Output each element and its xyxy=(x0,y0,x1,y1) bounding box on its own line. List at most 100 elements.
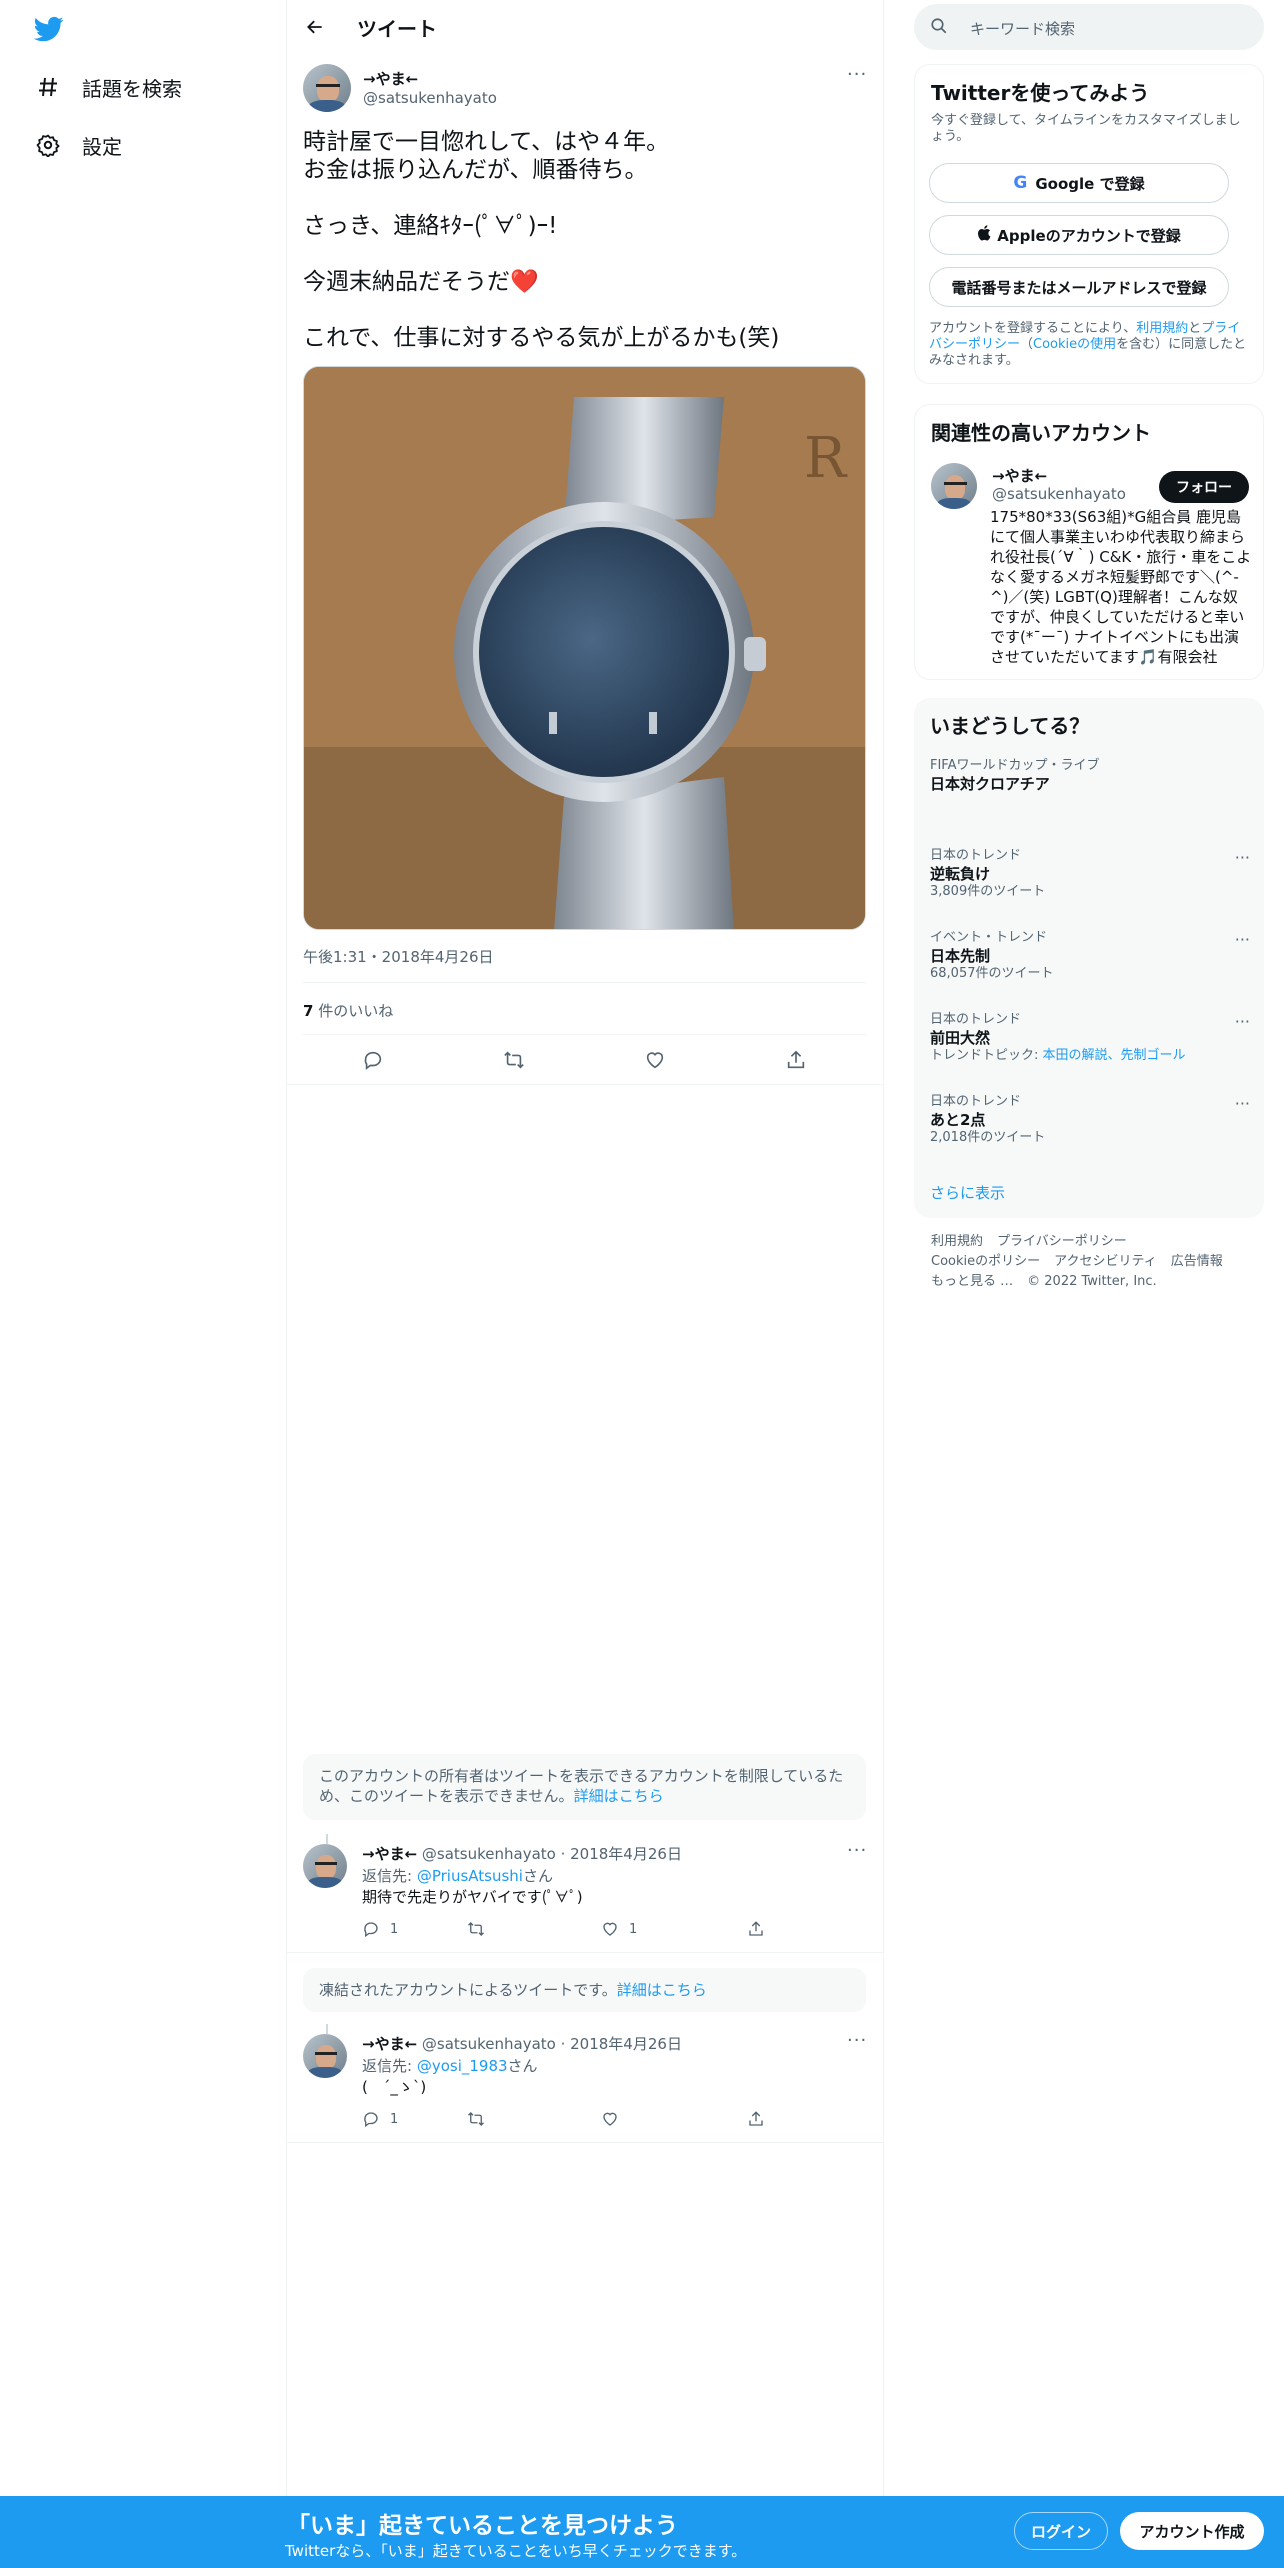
reply-to-mention[interactable]: @PriusAtsushi xyxy=(417,1867,523,1885)
reply-to-mention[interactable]: @yosi_1983 xyxy=(417,2057,508,2075)
trend-topic-link[interactable]: 本田の解説、先制ゴール xyxy=(1043,1048,1186,1063)
learn-more-link[interactable]: 詳細はこちら xyxy=(574,1787,664,1805)
show-more-link[interactable]: さらに表示 xyxy=(930,1182,1250,1203)
author-handle[interactable]: @satsukenhayato xyxy=(363,89,497,107)
trend-item[interactable]: 日本のトレンド あと2点 2,018件のツイート ··· xyxy=(930,1094,1250,1146)
like-heart-icon[interactable] xyxy=(641,1046,669,1074)
retweet-icon[interactable] xyxy=(467,2110,601,2128)
avatar[interactable] xyxy=(303,1844,347,1888)
more-options-icon[interactable]: ··· xyxy=(1235,930,1250,949)
bottom-signup-bar: 「いま」起きていることを見つけよう Twitterなら、「いま」起きていることを… xyxy=(0,2496,1284,2568)
retweet-icon[interactable] xyxy=(500,1046,528,1074)
signup-card: Twitterを使ってみよう 今すぐ登録して、タイムラインをカスタマイズしましょ… xyxy=(914,64,1264,384)
page-title: ツイート xyxy=(357,17,437,41)
trend-item[interactable]: 日本のトレンド 前田大然 トレンドトピック: 本田の解説、先制ゴール ··· xyxy=(930,1012,1250,1064)
tweet-header: ツイート xyxy=(287,0,883,54)
more-options-icon[interactable]: ··· xyxy=(1235,1094,1250,1113)
more-options-icon[interactable]: ··· xyxy=(847,2030,867,2051)
create-account-button[interactable]: アカウント作成 xyxy=(1120,2512,1264,2550)
share-icon[interactable] xyxy=(782,1046,810,1074)
hashtag-icon xyxy=(34,73,62,101)
thread-line xyxy=(326,1834,328,1844)
twitter-logo-icon[interactable] xyxy=(32,14,66,44)
signup-legal: アカウントを登録することにより、利用規約とプライバシーポリシー（Cookieの使… xyxy=(929,321,1247,368)
signup-title: Twitterを使ってみよう xyxy=(931,81,1150,105)
divider xyxy=(303,1034,866,1035)
author-name[interactable]: →やま← xyxy=(363,68,418,89)
avatar[interactable] xyxy=(931,463,977,509)
follow-button[interactable]: フォロー xyxy=(1159,471,1249,503)
like-heart-icon[interactable]: 1 xyxy=(601,1920,747,1938)
reply-to-line: 返信先: @PriusAtsushiさん xyxy=(362,1867,553,1885)
tweet-actions xyxy=(303,1040,866,1080)
search-placeholder: キーワード検索 xyxy=(970,20,1076,38)
reply-icon[interactable] xyxy=(359,1046,387,1074)
tweet-photo-watch[interactable]: R xyxy=(303,366,866,930)
nav-explore-label: 話題を検索 xyxy=(82,76,182,101)
related-bio: 175*80*33(S63組)*G組合員 鹿児島にて個人事業主いわゆ代表取り締ま… xyxy=(990,508,1252,666)
signup-subtitle: 今すぐ登録して、タイムラインをカスタマイズしましょう。 xyxy=(931,113,1241,144)
footer-privacy-link[interactable]: プライバシーポリシー xyxy=(997,1234,1127,1249)
related-handle[interactable]: @satsukenhayato xyxy=(992,485,1126,503)
footer-terms-link[interactable]: 利用規約 xyxy=(931,1234,983,1249)
footer-ads-link[interactable]: 広告情報 xyxy=(1171,1254,1223,1269)
search-icon xyxy=(930,17,950,37)
trend-item[interactable]: 日本のトレンド 逆転負け 3,809件のツイート ··· xyxy=(930,848,1250,900)
login-button[interactable]: ログイン xyxy=(1014,2512,1108,2550)
trend-item[interactable]: イベント・トレンド 日本先制 68,057件のツイート ··· xyxy=(930,930,1250,982)
cookie-link[interactable]: Cookieの使用 xyxy=(1033,337,1116,352)
main-column: ツイート →やま← @satsukenhayato ··· 時計屋で一目惚れして… xyxy=(287,0,883,2568)
sidebar-footer: 利用規約 プライバシーポリシー Cookieのポリシー アクセシビリティ 広告情報 も… xyxy=(931,1232,1261,1292)
tweet-timestamp[interactable]: 午後1:31・2018年4月26日 xyxy=(303,946,494,967)
related-title: 関連性の高いアカウント xyxy=(931,421,1151,445)
left-navigation: 話題を検索 設定 xyxy=(0,0,286,2568)
share-icon[interactable] xyxy=(747,1920,852,1938)
phone-email-signup-button[interactable]: 電話番号またはメールアドレスで登録 xyxy=(929,267,1229,307)
reply-actions: 1 1 xyxy=(362,1920,852,1938)
google-icon: G xyxy=(1013,173,1028,193)
footer-accessibility-link[interactable]: アクセシビリティ xyxy=(1054,1254,1157,1269)
reply-text: ( ´_ゝ`) xyxy=(362,2078,427,2096)
reply-icon[interactable]: 1 xyxy=(362,2110,467,2128)
learn-more-link[interactable]: 詳細はこちら xyxy=(617,1981,707,1999)
likes-count[interactable]: 7 件のいいね xyxy=(303,1000,393,1021)
tweet-text: 時計屋で一目惚れして、はや４年。 お金は振り込んだが、順番待ち。 さっき、連絡ｷ… xyxy=(303,129,780,351)
trend-item[interactable]: FIFAワールドカップ・ライブ 日本対クロアチア xyxy=(930,758,1250,794)
reply-actions: 1 xyxy=(362,2110,852,2128)
column-divider-right xyxy=(883,0,884,2568)
related-accounts-card: 関連性の高いアカウント →やま← @satsukenhayato フォロー 17… xyxy=(914,404,1264,680)
apple-icon xyxy=(977,225,991,245)
divider xyxy=(287,1952,883,1953)
reply-to-line: 返信先: @yosi_1983さん xyxy=(362,2057,538,2075)
reply-meta: →やま← @satsukenhayato · 2018年4月26日 xyxy=(362,2035,682,2053)
reply-text: 期待で先走りがヤバイです(ﾟ∀ﾟ) xyxy=(362,1888,583,1906)
divider xyxy=(287,1084,883,1085)
back-arrow-icon[interactable] xyxy=(301,13,329,41)
more-options-icon[interactable]: ··· xyxy=(847,1840,867,1861)
bottom-bar-subtitle: Twitterなら、「いま」起きていることをいち早くチェックできます。 xyxy=(285,2542,747,2560)
more-options-icon[interactable]: ··· xyxy=(847,64,867,85)
related-name[interactable]: →やま← xyxy=(992,465,1047,486)
search-input[interactable]: キーワード検索 xyxy=(914,4,1264,50)
like-heart-icon[interactable] xyxy=(601,2110,747,2128)
more-options-icon[interactable]: ··· xyxy=(1235,848,1250,867)
terms-link[interactable]: 利用規約 xyxy=(1136,321,1188,336)
footer-more-link[interactable]: もっと見る … xyxy=(931,1274,1013,1289)
footer-cookie-link[interactable]: Cookieのポリシー xyxy=(931,1254,1040,1269)
apple-signup-button[interactable]: Appleのアカウントで登録 xyxy=(929,215,1229,255)
share-icon[interactable] xyxy=(747,2110,852,2128)
gear-icon xyxy=(34,131,62,159)
reply-icon[interactable]: 1 xyxy=(362,1920,467,1938)
nav-explore[interactable]: 話題を検索 xyxy=(34,67,182,107)
google-signup-button[interactable]: G Google で登録 xyxy=(929,163,1229,203)
nav-settings-label: 設定 xyxy=(82,134,122,159)
divider xyxy=(303,982,866,983)
more-options-icon[interactable]: ··· xyxy=(1235,1012,1250,1031)
avatar[interactable] xyxy=(303,64,351,112)
nav-settings[interactable]: 設定 xyxy=(34,125,122,165)
suspended-notice: 凍結されたアカウントによるツイートです。詳細はこちら xyxy=(303,1968,866,2012)
avatar[interactable] xyxy=(303,2034,347,2078)
bottom-bar-title: 「いま」起きていることを見つけよう xyxy=(287,2513,678,2539)
reply-meta: →やま← @satsukenhayato · 2018年4月26日 xyxy=(362,1845,682,1863)
retweet-icon[interactable] xyxy=(467,1920,601,1938)
